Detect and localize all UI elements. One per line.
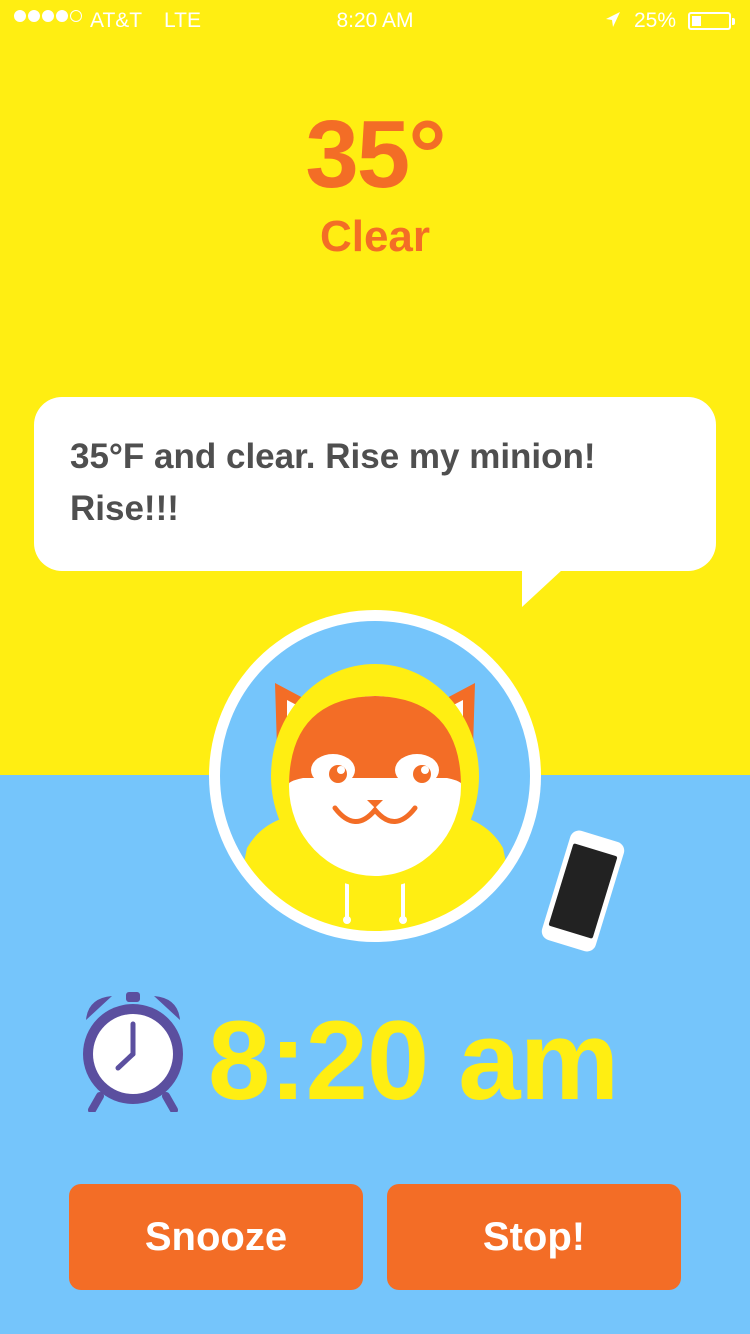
stop-button[interactable]: Stop! bbox=[387, 1184, 681, 1290]
temperature: 35° bbox=[305, 101, 446, 208]
speech-bubble-text: 35°F and clear. Rise my minion! Rise!!! bbox=[70, 437, 596, 528]
speech-bubble-tail bbox=[522, 570, 562, 607]
location-arrow-icon bbox=[604, 10, 622, 36]
snooze-button[interactable]: Snooze bbox=[69, 1184, 363, 1290]
alarm-time: 8:20 am bbox=[208, 998, 619, 1123]
status-bar: AT&T LTE 8:20 AM 25% bbox=[0, 0, 750, 40]
weather-condition: Clear bbox=[319, 212, 431, 261]
smartphone-illustration bbox=[538, 826, 628, 956]
alarm-clock-icon bbox=[74, 990, 192, 1114]
speech-bubble: 35°F and clear. Rise my minion! Rise!!! bbox=[34, 397, 716, 571]
battery-icon bbox=[688, 12, 735, 30]
battery-percent: 25% bbox=[634, 9, 677, 32]
battery-fill bbox=[692, 16, 701, 26]
cat-in-raincoat-avatar bbox=[207, 608, 543, 944]
